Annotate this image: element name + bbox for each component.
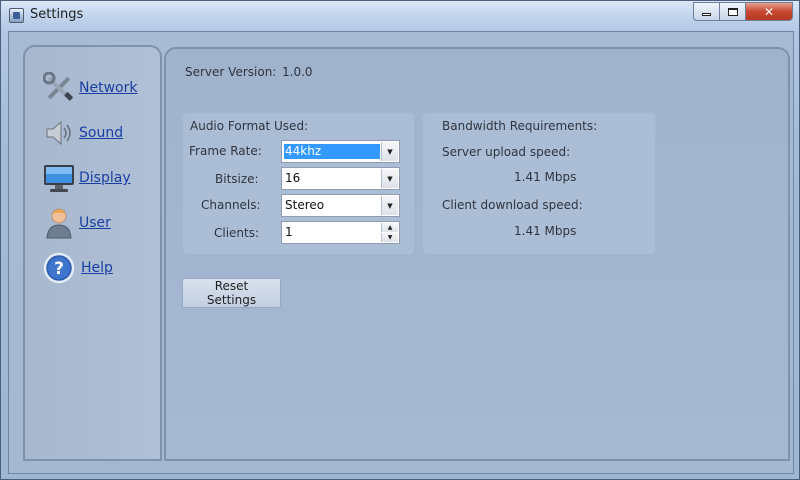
help-icon: ? [43,252,75,284]
clients-value: 1 [285,225,293,239]
audio-format-title: Audio Format Used: [190,119,309,133]
sidebar-item-display[interactable]: Display [43,160,153,196]
frame-rate-dropdown[interactable]: 44khz ▼ [281,140,400,163]
upload-speed-value: 1.41 Mbps [514,170,577,184]
chevron-down-icon[interactable]: ▼ [381,142,398,161]
server-version-value: 1.0.0 [282,65,313,79]
clients-label: Clients: [214,226,260,240]
speaker-icon [43,117,75,149]
reset-settings-button[interactable]: Reset Settings [182,278,281,308]
server-version-label: Server Version: [185,65,277,79]
download-speed-value: 1.41 Mbps [514,224,577,238]
bandwidth-title: Bandwidth Requirements: [442,119,598,133]
settings-window: Settings ✕ Network Sound Display User ? … [0,0,800,480]
chevron-down-icon[interactable]: ▼ [381,169,398,188]
download-speed-label: Client download speed: [442,198,583,212]
channels-dropdown[interactable]: Stereo ▼ [281,194,400,217]
frame-rate-label: Frame Rate: [189,144,262,158]
sidebar-item-help[interactable]: ? Help [43,250,153,286]
sidebar-item-label: Display [79,170,131,186]
maximize-button[interactable] [719,2,746,21]
user-icon [43,207,75,239]
monitor-icon [43,162,75,194]
sidebar-item-network[interactable]: Network [42,70,153,106]
sidebar-item-label: Sound [79,125,124,141]
app-icon [9,8,24,23]
spin-up-icon[interactable]: ▲ [381,223,398,232]
bitsize-dropdown[interactable]: 16 ▼ [281,167,400,190]
minimize-icon [702,13,711,16]
window-title: Settings [30,7,84,22]
spin-down-icon[interactable]: ▼ [381,233,398,242]
sidebar-item-label: Help [81,260,113,276]
channels-value: Stereo [285,198,325,212]
wrench-icon [42,71,75,104]
upload-speed-label: Server upload speed: [442,145,571,159]
sidebar: Network Sound Display User ? Help [23,45,162,461]
minimize-button[interactable] [693,2,720,21]
sidebar-item-sound[interactable]: Sound [43,115,153,151]
close-button[interactable]: ✕ [745,2,793,21]
clients-stepper[interactable]: 1 ▲ ▼ [281,221,400,244]
bitsize-value: 16 [285,171,301,185]
title-bar[interactable]: Settings ✕ [1,1,799,31]
close-icon: ✕ [763,4,775,19]
bitsize-label: Bitsize: [215,172,259,186]
sidebar-item-label: Network [79,80,138,96]
chevron-down-icon[interactable]: ▼ [381,196,398,215]
sidebar-item-user[interactable]: User [43,205,153,241]
maximize-icon [727,7,738,16]
channels-label: Channels: [201,198,261,212]
settings-content: Server Version: 1.0.0 Audio Format Used:… [164,47,790,461]
bandwidth-panel: Bandwidth Requirements: Server upload sp… [422,112,656,255]
client-area: Network Sound Display User ? Help Server… [8,31,794,474]
svg-text:?: ? [54,259,64,279]
sidebar-item-label: User [79,215,111,231]
frame-rate-value: 44khz [284,144,380,159]
audio-format-panel: Audio Format Used: Frame Rate: 44khz ▼ B… [182,112,415,255]
